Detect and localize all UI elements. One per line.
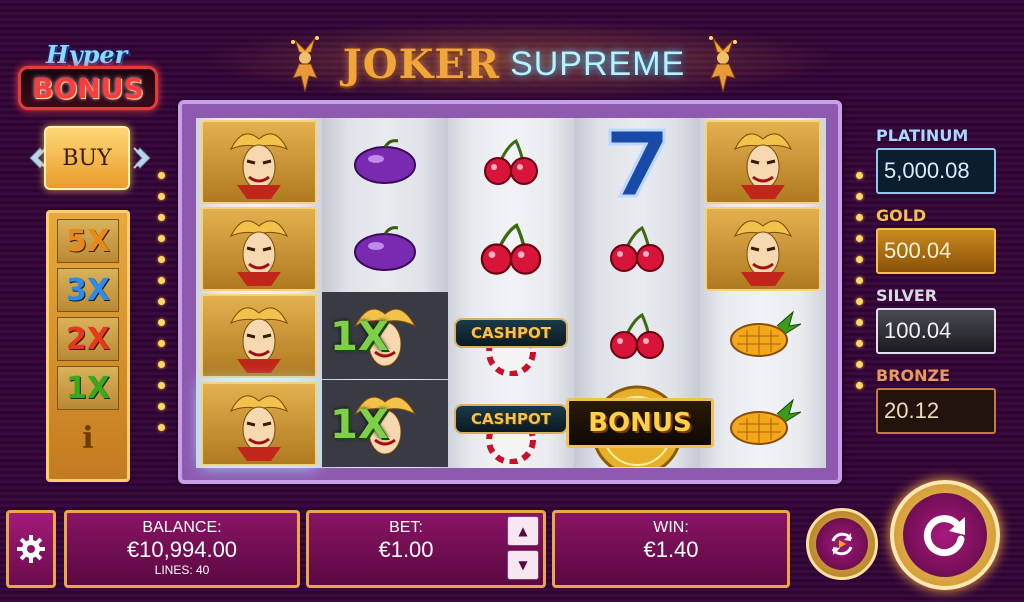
jackpot-bronze: BRONZE 20.12 [876, 366, 996, 434]
game-logo: JOKER SUPREME [290, 28, 738, 100]
cherry-symbol [574, 205, 700, 292]
hyper-bonus-logo: Hyper BONUS [16, 40, 160, 118]
spin-button[interactable] [890, 480, 1000, 590]
reel-5 [700, 118, 826, 468]
bet-value: €1.00 [378, 537, 434, 562]
triangle-up-icon: ▲ [518, 524, 528, 538]
reel-1 [196, 118, 322, 468]
seven-symbol [574, 118, 700, 205]
bet-label: BET: [389, 519, 423, 536]
jackpot-silver-label: SILVER [876, 286, 938, 305]
joker-multiplier-symbol: 1X [322, 292, 448, 379]
multiplier-2x: 2X [57, 317, 119, 361]
buy-bonus-button[interactable]: BUY [44, 126, 130, 190]
pineapple-symbol [700, 292, 826, 379]
jackpot-bronze-label: BRONZE [876, 366, 951, 385]
balance-value: €10,994.00 [126, 537, 238, 562]
cashpot-label: CASHPOT [454, 318, 568, 348]
jackpot-platinum-value: 5,000.08 [876, 148, 996, 194]
win-panel: WIN: €1.40 [552, 510, 790, 588]
bonus-text: BONUS [18, 66, 158, 110]
info-button[interactable]: i [57, 415, 119, 461]
hyper-text: Hyper [46, 40, 128, 69]
logo-title-joker: JOKER [342, 40, 501, 88]
buy-arrow-right-icon [130, 146, 154, 170]
reel-area: 1X 1X CASHPOT CASHPOT [196, 118, 826, 468]
multiplier-5x: 5X [57, 219, 119, 263]
bonus-label: BONUS [566, 398, 714, 448]
jester-figure-right-icon [699, 32, 747, 96]
joker-symbol [196, 205, 322, 292]
joker-symbol [196, 118, 322, 205]
cashpot-symbol: CASHPOT [448, 292, 574, 379]
light-dots-right [856, 172, 864, 403]
jackpot-platinum: PLATINUM 5,000.08 [876, 126, 996, 194]
settings-button[interactable] [6, 510, 56, 588]
jackpot-gold-label: GOLD [876, 206, 927, 225]
autoplay-icon [831, 532, 853, 556]
reel-3: CASHPOT CASHPOT [448, 118, 574, 468]
jackpot-gold: GOLD 500.04 [876, 206, 996, 274]
cherry-symbol [448, 118, 574, 205]
logo-title-supreme: SUPREME [510, 44, 686, 83]
joker-symbol [700, 118, 826, 205]
joker-symbol [700, 205, 826, 292]
cherry-symbol [448, 205, 574, 292]
balance-label: BALANCE: [142, 519, 222, 536]
pineapple-symbol [700, 380, 826, 467]
plum-symbol [322, 118, 448, 205]
triangle-down-icon: ▼ [518, 558, 528, 572]
multiplier-3x: 3X [57, 268, 119, 312]
win-label: WIN: [653, 519, 689, 536]
multiplier-value: 1X [330, 402, 389, 448]
jackpot-silver: SILVER 100.04 [876, 286, 996, 354]
win-value: €1.40 [643, 537, 699, 562]
cashpot-label: CASHPOT [454, 404, 568, 434]
plum-symbol [322, 205, 448, 292]
joker-symbol [196, 380, 322, 467]
jackpot-platinum-label: PLATINUM [876, 126, 969, 145]
balance-panel: BALANCE: €10,994.00 LINES: 40 [64, 510, 300, 588]
multiplier-1x: 1X [57, 366, 119, 410]
joker-symbol [196, 292, 322, 379]
jackpot-silver-value: 100.04 [876, 308, 996, 354]
cashpot-symbol: CASHPOT [448, 380, 574, 467]
reel-2: 1X 1X [322, 118, 448, 468]
lines-label: LINES: 40 [154, 563, 210, 577]
bet-increase-button[interactable]: ▲ [507, 516, 539, 546]
bet-decrease-button[interactable]: ▼ [507, 550, 539, 580]
jester-figure-left-icon [281, 32, 329, 96]
jackpot-bronze-value: 20.12 [876, 388, 996, 434]
light-dots-left [158, 172, 166, 445]
gear-icon [17, 535, 45, 563]
joker-multiplier-symbol: 1X [322, 380, 448, 467]
spin-icon [923, 515, 965, 557]
jackpot-gold-value: 500.04 [876, 228, 996, 274]
autoplay-button[interactable] [806, 508, 878, 580]
multiplier-ladder: 5X 3X 2X 1X i [46, 210, 130, 482]
multiplier-value: 1X [330, 314, 389, 360]
cherry-symbol [574, 292, 700, 379]
